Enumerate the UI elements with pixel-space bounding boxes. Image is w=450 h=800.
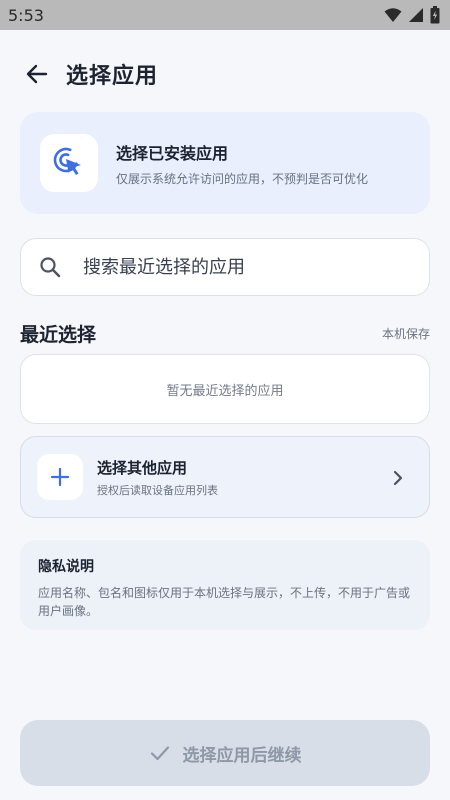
header: 选择应用 <box>22 56 158 92</box>
hero-icon-box <box>40 134 98 192</box>
search-input[interactable] <box>83 256 403 278</box>
wifi-icon <box>384 8 402 22</box>
recent-section-title: 最近选择 <box>20 324 97 346</box>
other-app-text: 选择其他应用 授权后读取设备应用列表 <box>97 457 218 498</box>
back-button[interactable] <box>22 59 52 89</box>
check-icon <box>150 746 169 761</box>
cursor-click-icon <box>53 147 81 175</box>
hero-text: 选择已安装应用 仅展示系统允许访问的应用，不预判是否可优化 <box>116 140 368 187</box>
privacy-title: 隐私说明 <box>38 559 94 575</box>
status-icons <box>384 6 440 24</box>
chevron-right-icon <box>393 470 403 486</box>
search-bar[interactable] <box>20 238 430 296</box>
status-time: 5:53 <box>8 5 44 25</box>
status-bar: 5:53 <box>0 0 450 30</box>
other-app-title: 选择其他应用 <box>97 458 188 477</box>
back-arrow-icon <box>26 64 48 84</box>
local-storage-note: 本机保存 <box>381 327 430 341</box>
plus-icon <box>50 467 70 487</box>
select-other-app-button[interactable]: 选择其他应用 授权后读取设备应用列表 <box>20 436 430 518</box>
plus-box <box>37 454 83 500</box>
other-app-subtitle: 授权后读取设备应用列表 <box>97 483 218 497</box>
battery-icon <box>430 6 440 24</box>
signal-icon <box>409 8 423 22</box>
recent-empty-card: 暂无最近选择的应用 <box>20 354 430 424</box>
hero-title: 选择已安装应用 <box>116 143 229 163</box>
installed-apps-card[interactable]: 选择已安装应用 仅展示系统允许访问的应用，不预判是否可优化 <box>20 112 430 214</box>
screen: 5:53 选择应用 选择已安装应用 仅展示系统允许访问的应用，不预判是否可优化 … <box>0 0 450 800</box>
continue-button[interactable]: 选择应用后继续 <box>20 720 430 786</box>
recent-empty-text: 暂无最近选择的应用 <box>166 383 284 399</box>
page-title: 选择应用 <box>66 64 159 89</box>
search-icon <box>39 256 61 278</box>
privacy-body: 应用名称、包名和图标仅用于本机选择与展示，不上传，不用于广告或用户画像。 <box>38 586 411 618</box>
privacy-card: 隐私说明 应用名称、包名和图标仅用于本机选择与展示，不上传，不用于广告或用户画像… <box>20 540 430 630</box>
hero-subtitle: 仅展示系统允许访问的应用，不预判是否可优化 <box>116 171 369 186</box>
continue-label: 选择应用后继续 <box>182 745 302 766</box>
